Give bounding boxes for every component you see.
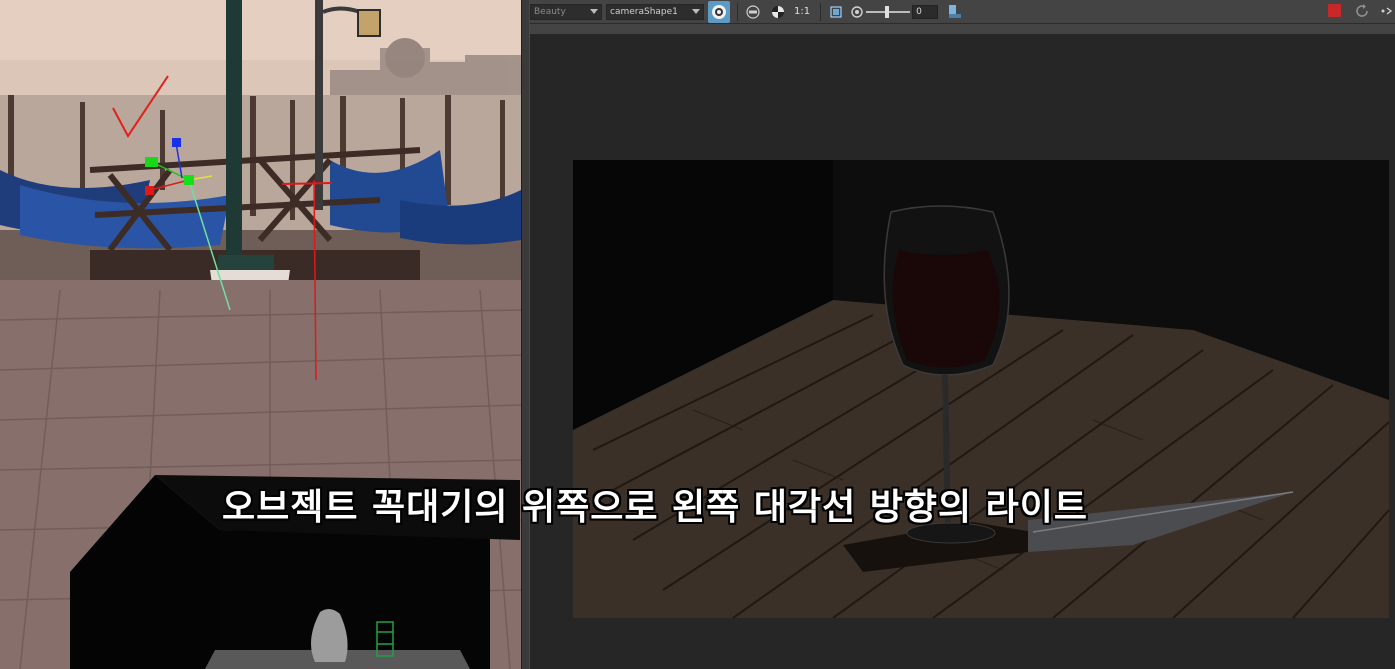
log-button[interactable]	[944, 1, 966, 23]
slider-handle[interactable]	[885, 5, 890, 18]
chevron-down-icon	[590, 9, 598, 14]
stop-render-button[interactable]	[1328, 4, 1341, 17]
more-options-icon[interactable]	[1381, 5, 1393, 17]
region-button[interactable]	[825, 1, 847, 23]
render-scene	[573, 160, 1389, 618]
render-gear-icon	[712, 4, 726, 19]
region-icon	[830, 5, 842, 18]
toolbar-separator	[820, 2, 822, 21]
caption-subtitle: 오브젝트 꼭대기의 위쪽으로 왼쪽 대각선 방향의 라이트	[222, 487, 1088, 528]
viewport-scene	[0, 0, 521, 669]
rgb-channel-button[interactable]	[742, 1, 764, 23]
ratio-button[interactable]: 1:1	[794, 6, 810, 17]
chevron-down-icon	[692, 9, 700, 14]
alpha-icon	[772, 5, 784, 18]
camera-dropdown-value: cameraShape1	[610, 6, 678, 17]
rendered-image	[573, 160, 1389, 618]
camera-dropdown[interactable]: cameraShape1	[606, 3, 704, 20]
scene-viewport[interactable]	[0, 0, 521, 669]
rgb-icon	[746, 4, 760, 19]
log-icon	[949, 4, 962, 18]
toolbar-separator	[737, 2, 738, 21]
exposure-field[interactable]: 0	[912, 4, 939, 19]
exposure-icon	[851, 5, 863, 18]
screen: Beauty cameraShape1 1:1 0 오브젝트 꼭대기의 위쪽으로…	[0, 0, 1395, 669]
render-button[interactable]	[708, 0, 730, 23]
panel-divider[interactable]	[521, 0, 530, 669]
refresh-icon[interactable]	[1354, 3, 1370, 19]
render-toolbar: Beauty cameraShape1 1:1 0	[530, 0, 1395, 24]
aov-dropdown[interactable]: Beauty	[530, 3, 602, 20]
aov-dropdown-value: Beauty	[534, 6, 566, 17]
render-view-panel: Beauty cameraShape1 1:1 0	[530, 0, 1395, 669]
render-canvas[interactable]	[530, 34, 1395, 669]
exposure-slider[interactable]	[866, 5, 911, 19]
alpha-channel-button[interactable]	[767, 1, 789, 23]
